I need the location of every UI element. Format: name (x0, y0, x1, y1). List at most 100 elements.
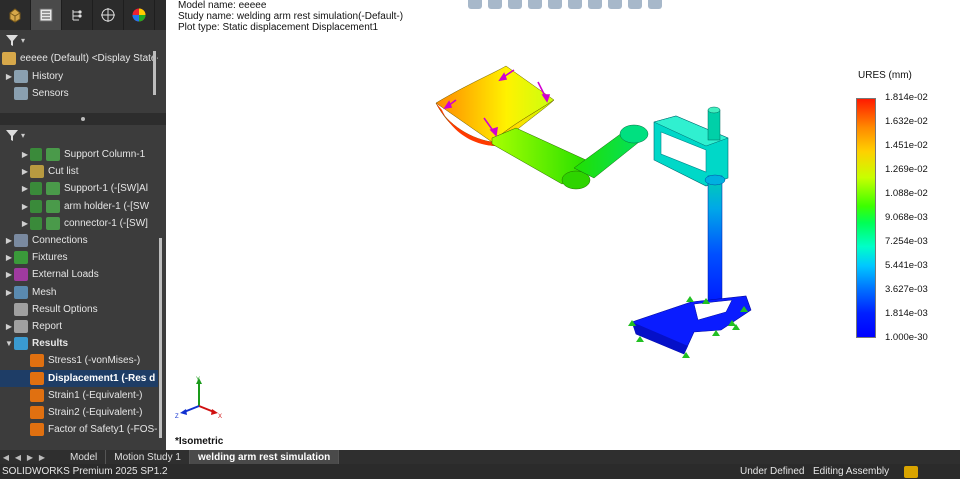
check-icon (30, 182, 42, 196)
tree-item-label: External Loads (32, 269, 99, 281)
units-icon[interactable] (904, 465, 918, 478)
sim-tree-item-displacement1-res-d[interactable]: Displacement1 (-Res d (0, 369, 158, 387)
tree-item-label: Displacement1 (-Res d (48, 372, 156, 384)
fea-model-view[interactable] (166, 0, 960, 450)
sim-tree-item-results[interactable]: ▼ Results (0, 335, 158, 352)
legend-color-bar (856, 98, 876, 338)
support-icon (46, 148, 60, 161)
display-manager-icon (132, 8, 146, 22)
top-tree-scrollbar[interactable] (153, 51, 156, 95)
view-orientation-label: *Isometric (175, 436, 224, 447)
sim-tree-item-arm-holder-1-sw[interactable]: ▶ arm holder-1 (-[SW (0, 198, 158, 215)
strain2-icon (30, 406, 44, 419)
expand-arrow-icon[interactable]: ▶ (20, 167, 30, 176)
graphics-area[interactable]: Model name: eeeee Study name: welding ar… (166, 0, 960, 450)
feature-manager-panel: ▾ eeeee (Default) <Display State-12 ▶ Hist… (0, 0, 166, 450)
expand-arrow-icon[interactable]: ▶ (20, 202, 30, 211)
tab-model[interactable]: Model (62, 450, 107, 464)
panel-splitter[interactable] (0, 113, 166, 125)
top-tree-item-sensors[interactable]: Sensors (0, 85, 158, 102)
report-icon (14, 320, 28, 333)
sim-tree-item-stress1-vonmises[interactable]: Stress1 (-vonMises-) (0, 352, 158, 369)
sim-tree-item-result-options[interactable]: Result Options (0, 301, 158, 318)
sensors-icon (14, 87, 28, 100)
solidworks-window: ▾ eeeee (Default) <Display State-12 ▶ Hist… (0, 0, 960, 479)
legend-tick-label: 1.088e-02 (885, 188, 928, 199)
tab-motion-study[interactable]: Motion Study 1 (106, 450, 190, 464)
version-label: SOLIDWORKS Premium 2025 SP1.2 (2, 466, 168, 477)
sim-tree-item-cut-list[interactable]: ▶ Cut list (0, 163, 158, 180)
tree-item-label: History (32, 71, 64, 82)
tree-item-label: Strain2 (-Equivalent-) (48, 407, 143, 418)
feature-manager-tab[interactable] (0, 0, 31, 30)
expand-arrow-icon[interactable]: ▶ (4, 72, 14, 81)
expand-arrow-icon[interactable]: ▶ (4, 322, 14, 331)
mesh-icon (14, 285, 28, 299)
support-icon (46, 182, 60, 196)
external-icon (14, 268, 28, 282)
legend-tick-label: 1.269e-02 (885, 164, 928, 175)
legend-tick-label: 9.068e-03 (885, 212, 928, 223)
legend-tick-label: 5.441e-03 (885, 260, 928, 271)
expand-arrow-icon[interactable]: ▼ (4, 339, 14, 348)
last-tab-icon[interactable]: ▶ (36, 450, 48, 464)
factor-icon (30, 423, 44, 437)
tree-item-label: Support-1 (-[SW]Al (64, 183, 148, 195)
sim-tree-item-external-loads[interactable]: ▶ External Loads (0, 266, 158, 283)
tree-item-label: Support Column-1 (64, 149, 146, 160)
svg-text:Y: Y (196, 377, 200, 383)
expand-arrow-icon[interactable]: ▶ (20, 219, 30, 228)
sim-tree-item-strain2-equivalent[interactable]: Strain2 (-Equivalent-) (0, 404, 158, 421)
configuration-manager-tab[interactable] (62, 0, 93, 30)
assembly-icon (2, 52, 16, 65)
svg-text:Z: Z (175, 414, 179, 420)
sim-tree-scrollbar[interactable] (159, 238, 162, 438)
legend-tick-label: 3.627e-03 (885, 284, 928, 295)
expand-arrow-icon[interactable]: ▶ (4, 288, 14, 297)
next-tab-icon[interactable]: ▶ (24, 450, 36, 464)
tree-item-label: Mesh (32, 286, 57, 298)
expand-arrow-icon[interactable]: ▶ (4, 270, 14, 279)
legend-tick-label: 1.451e-02 (885, 140, 928, 151)
sim-tree-item-connector-1-sw[interactable]: ▶ connector-1 (-[SW] (0, 215, 158, 232)
editing-mode: Editing Assembly (813, 466, 890, 477)
sim-tree-item-strain1-equivalent[interactable]: Strain1 (-Equivalent-) (0, 387, 158, 404)
top-tree-item-eeeee-default-display-st[interactable]: eeeee (Default) <Display State-12 (0, 50, 158, 67)
expand-arrow-icon[interactable]: ▶ (4, 236, 14, 245)
tree-item-label: eeeee (Default) <Display State-12 (20, 53, 158, 64)
property-manager-tab[interactable] (31, 0, 62, 30)
bottom-tabs: ◀ ◀ ▶ ▶ Model Motion Study 1 welding arm… (0, 450, 960, 464)
svg-text:X: X (218, 414, 222, 420)
top-tree-item-history[interactable]: ▶ History (0, 68, 158, 85)
tab-simulation-study[interactable]: welding arm rest simulation (189, 450, 340, 464)
legend-tick-label: 7.254e-03 (885, 236, 928, 247)
expand-arrow-icon[interactable]: ▶ (4, 253, 14, 262)
expand-arrow-icon[interactable]: ▶ (20, 150, 30, 159)
displacement1-icon (30, 371, 44, 385)
legend-tick-label: 1.000e-30 (885, 332, 928, 343)
dimxpert-tab[interactable] (93, 0, 124, 30)
sim-tree-item-fixtures[interactable]: ▶ Fixtures (0, 249, 158, 266)
display-manager-tab[interactable] (124, 0, 155, 30)
results-legend[interactable]: URES (mm) 1.814e-02 1.632e-02 1.451e-02 1.2… (856, 70, 960, 350)
sim-tree-filter[interactable]: ▾ (0, 126, 166, 144)
sim-tree-item-report[interactable]: ▶ Report (0, 318, 158, 335)
splitter-handle-icon (81, 117, 85, 121)
prev-tab-icon[interactable]: ◀ (12, 450, 24, 464)
check-icon (30, 199, 42, 213)
result-icon (14, 302, 28, 316)
tree-filter[interactable]: ▾ (0, 31, 166, 49)
sim-tree-item-support-1-sw-al[interactable]: ▶ Support-1 (-[SW]Al (0, 180, 158, 197)
tree-item-label: Result Options (32, 303, 98, 315)
filter-icon (6, 130, 18, 141)
expand-arrow-icon[interactable]: ▶ (20, 184, 30, 193)
sim-tree-item-connections[interactable]: ▶ Connections (0, 232, 158, 249)
sim-tree-item-support-column-1[interactable]: ▶ Support Column-1 (0, 146, 158, 163)
sim-tree-item-mesh[interactable]: ▶ Mesh (0, 284, 158, 301)
legend-tick-label: 1.814e-03 (885, 308, 928, 319)
tree-item-label: Fixtures (32, 252, 68, 264)
first-tab-icon[interactable]: ◀ (0, 450, 12, 464)
tree-item-label: Stress1 (-vonMises-) (48, 355, 141, 367)
sketch-state: Under Defined (740, 466, 805, 477)
sim-tree-item-factor-of-safety1-fos[interactable]: Factor of Safety1 (-FOS- (0, 421, 158, 438)
